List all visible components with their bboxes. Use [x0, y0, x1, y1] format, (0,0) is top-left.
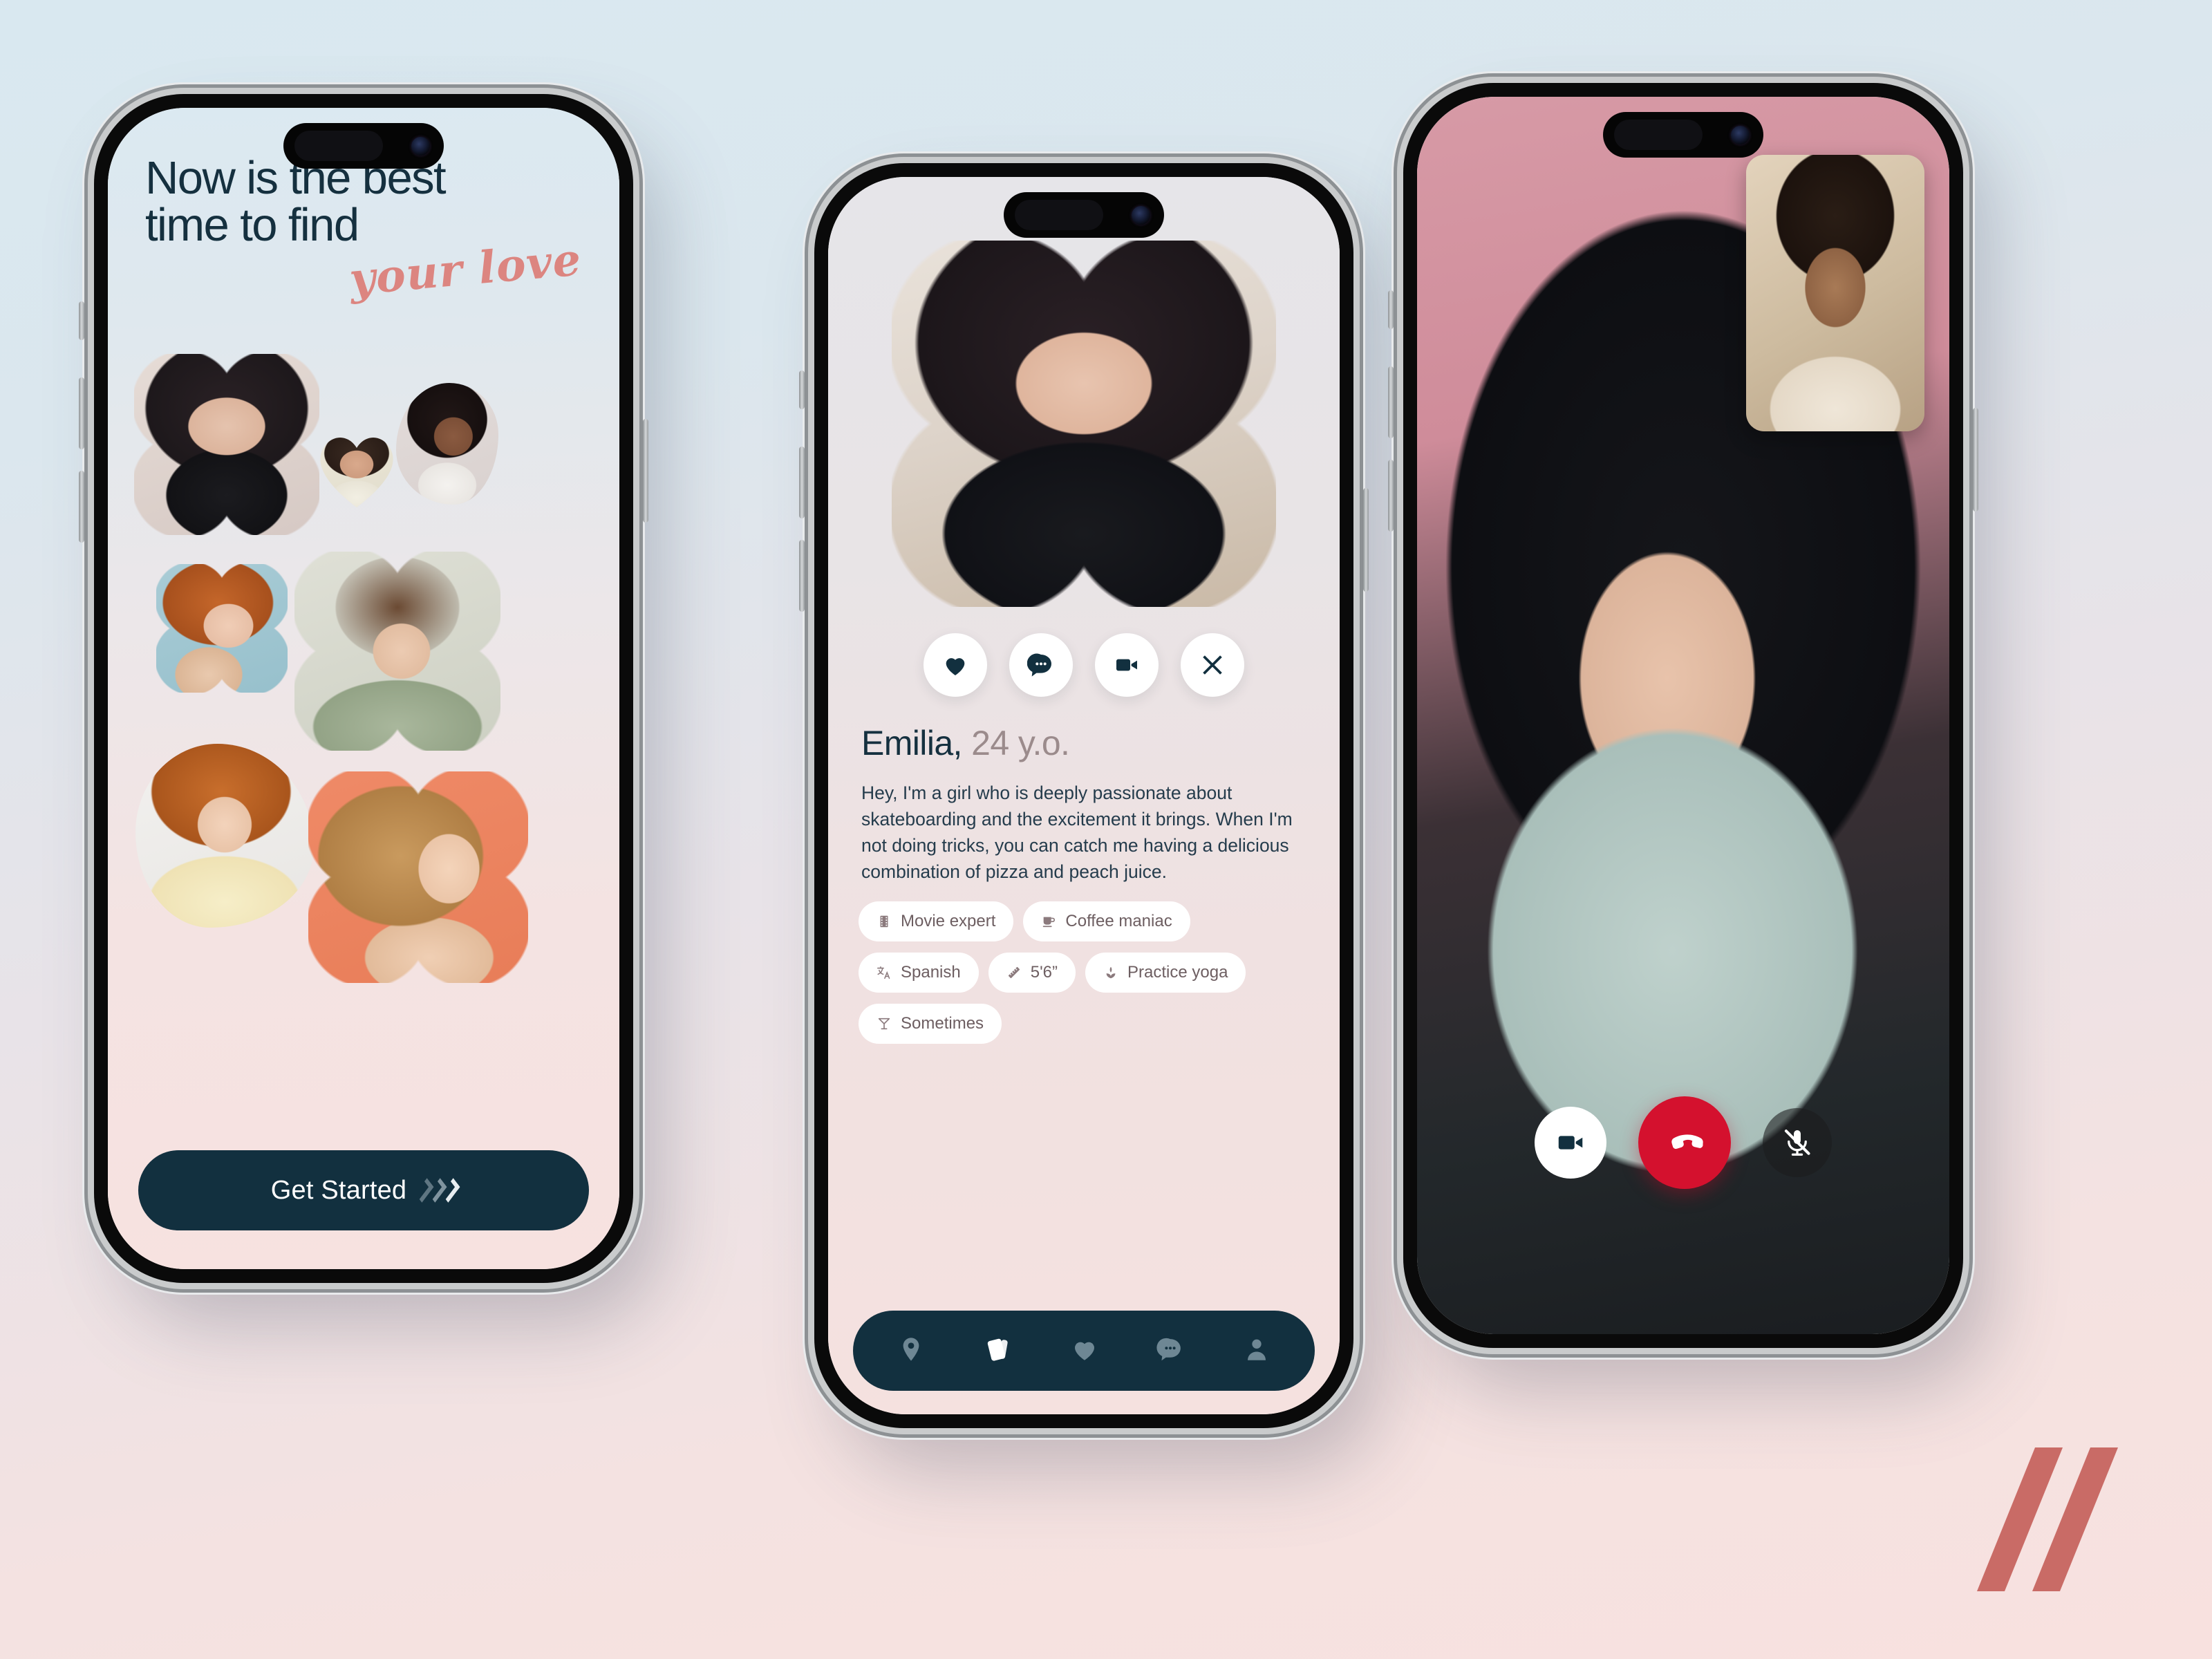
- call-controls: [1417, 1096, 1949, 1189]
- mute-switch[interactable]: [799, 371, 805, 409]
- toggle-camera-button[interactable]: [1535, 1107, 1606, 1179]
- microphone-muted-icon: [1784, 1130, 1810, 1156]
- nav-cards[interactable]: [983, 1334, 1013, 1368]
- phone-onboarding: Now is the best time to find your love G…: [79, 84, 648, 1293]
- chip-label: Movie expert: [901, 912, 996, 930]
- mute-switch[interactable]: [1388, 290, 1394, 329]
- toggle-mic-button[interactable]: [1763, 1108, 1832, 1177]
- chat-bubble-icon: [1156, 1338, 1181, 1360]
- nav-explore[interactable]: [897, 1335, 926, 1367]
- profile-interest-chips: Movie expert Coffee maniac Spanish 5'6” …: [859, 901, 1315, 1044]
- chip-label: Sometimes: [901, 1014, 984, 1033]
- end-call-button[interactable]: [1638, 1096, 1731, 1189]
- headline-line-2: time to find: [145, 198, 359, 251]
- translate-icon: [877, 966, 890, 980]
- chip-movie-expert[interactable]: Movie expert: [859, 901, 1014, 941]
- chip-spanish[interactable]: Spanish: [859, 953, 979, 993]
- location-pin-icon: [903, 1337, 919, 1361]
- volume-up-button[interactable]: [799, 447, 805, 518]
- profile-screen: Emilia, 24 y.o. Hey, I'm a girl who is d…: [828, 177, 1340, 1414]
- photo-woman-green-sweater-flower: [294, 552, 500, 751]
- coffee-cup-icon: [1043, 917, 1056, 928]
- volume-up-button[interactable]: [79, 377, 84, 449]
- front-camera-lens-icon: [1731, 125, 1750, 144]
- close-x-icon: [1203, 655, 1222, 675]
- like-button[interactable]: [924, 633, 987, 697]
- cards-stack-icon: [987, 1338, 1008, 1361]
- chip-label: 5'6”: [1030, 963, 1058, 982]
- profile-age: 24 y.o.: [971, 724, 1070, 762]
- photo-woman-blonde-coral-flower: [308, 771, 528, 983]
- power-button[interactable]: [643, 419, 648, 523]
- chip-height[interactable]: 5'6”: [988, 953, 1076, 993]
- get-started-button[interactable]: Get Started: [138, 1150, 589, 1230]
- photo-woman-dark-hair-flower: [134, 354, 319, 535]
- chip-label: Practice yoga: [1127, 963, 1228, 982]
- profile-name: Emilia,: [861, 724, 962, 762]
- chip-label: Spanish: [901, 963, 961, 982]
- power-button[interactable]: [1973, 408, 1978, 512]
- front-camera-lens-icon: [1132, 205, 1150, 225]
- profile-name-age: Emilia, 24 y.o.: [861, 723, 1070, 763]
- volume-down-button[interactable]: [799, 540, 805, 612]
- video-call-screen: [1417, 97, 1949, 1334]
- photo-woman-redhead-flower: [156, 564, 288, 693]
- nav-profile[interactable]: [1242, 1335, 1271, 1367]
- mute-switch[interactable]: [79, 301, 84, 340]
- onboarding-screen: Now is the best time to find your love G…: [108, 108, 619, 1269]
- bottom-nav-bar: [853, 1311, 1315, 1391]
- self-video-man[interactable]: [1746, 155, 1924, 431]
- profile-action-bar: [828, 633, 1340, 697]
- person-icon: [1247, 1339, 1266, 1360]
- profile-bio: Hey, I'm a girl who is deeply passionate…: [861, 782, 1293, 883]
- video-call-button[interactable]: [1095, 633, 1159, 697]
- nav-likes[interactable]: [1070, 1335, 1099, 1367]
- chip-drinking[interactable]: Sometimes: [859, 1004, 1002, 1044]
- get-started-label: Get Started: [270, 1175, 407, 1205]
- volume-down-button[interactable]: [79, 471, 84, 543]
- power-button[interactable]: [1363, 488, 1369, 592]
- dynamic-island: [1004, 192, 1164, 238]
- chip-practice-yoga[interactable]: Practice yoga: [1085, 953, 1246, 993]
- film-strip-icon: [880, 915, 888, 928]
- double-slash-logo: [1976, 1447, 2121, 1591]
- video-camera-icon: [1116, 659, 1137, 671]
- phone-video-call: [1388, 73, 1978, 1358]
- chip-coffee-maniac[interactable]: Coffee maniac: [1023, 901, 1190, 941]
- profile-photo-image: [892, 241, 1276, 607]
- dynamic-island: [283, 123, 444, 169]
- chip-label: Coffee maniac: [1065, 912, 1172, 930]
- photo-woman-smiling-heart: [315, 431, 398, 510]
- cocktail-glass-icon: [878, 1018, 890, 1030]
- phone-hangup-icon: [1671, 1134, 1703, 1150]
- lotus-icon: [1106, 966, 1116, 979]
- heart-icon: [946, 658, 965, 675]
- video-camera-icon: [1558, 1136, 1583, 1150]
- island-pill: [1614, 120, 1703, 150]
- phone-profile: Emilia, 24 y.o. Hey, I'm a girl who is d…: [799, 153, 1369, 1438]
- dismiss-button[interactable]: [1181, 633, 1244, 697]
- volume-up-button[interactable]: [1388, 366, 1394, 438]
- volume-down-button[interactable]: [1388, 460, 1394, 532]
- photo-woman-yellow-hoodie-blob: [135, 744, 314, 928]
- chat-bubble-icon: [1027, 653, 1051, 677]
- nav-messages[interactable]: [1156, 1335, 1185, 1367]
- dynamic-island: [1603, 112, 1763, 158]
- message-button[interactable]: [1009, 633, 1073, 697]
- island-pill: [1015, 200, 1103, 230]
- triple-chevron-right-icon: [415, 1178, 460, 1203]
- heart-icon: [1074, 1342, 1094, 1360]
- onboarding-headline: Now is the best time to find your love: [145, 155, 592, 306]
- profile-photo-emilia: [892, 241, 1276, 607]
- front-camera-lens-icon: [411, 136, 430, 156]
- photo-woman-bun-oval: [396, 383, 498, 505]
- island-pill: [294, 131, 383, 161]
- ruler-icon: [1008, 966, 1020, 979]
